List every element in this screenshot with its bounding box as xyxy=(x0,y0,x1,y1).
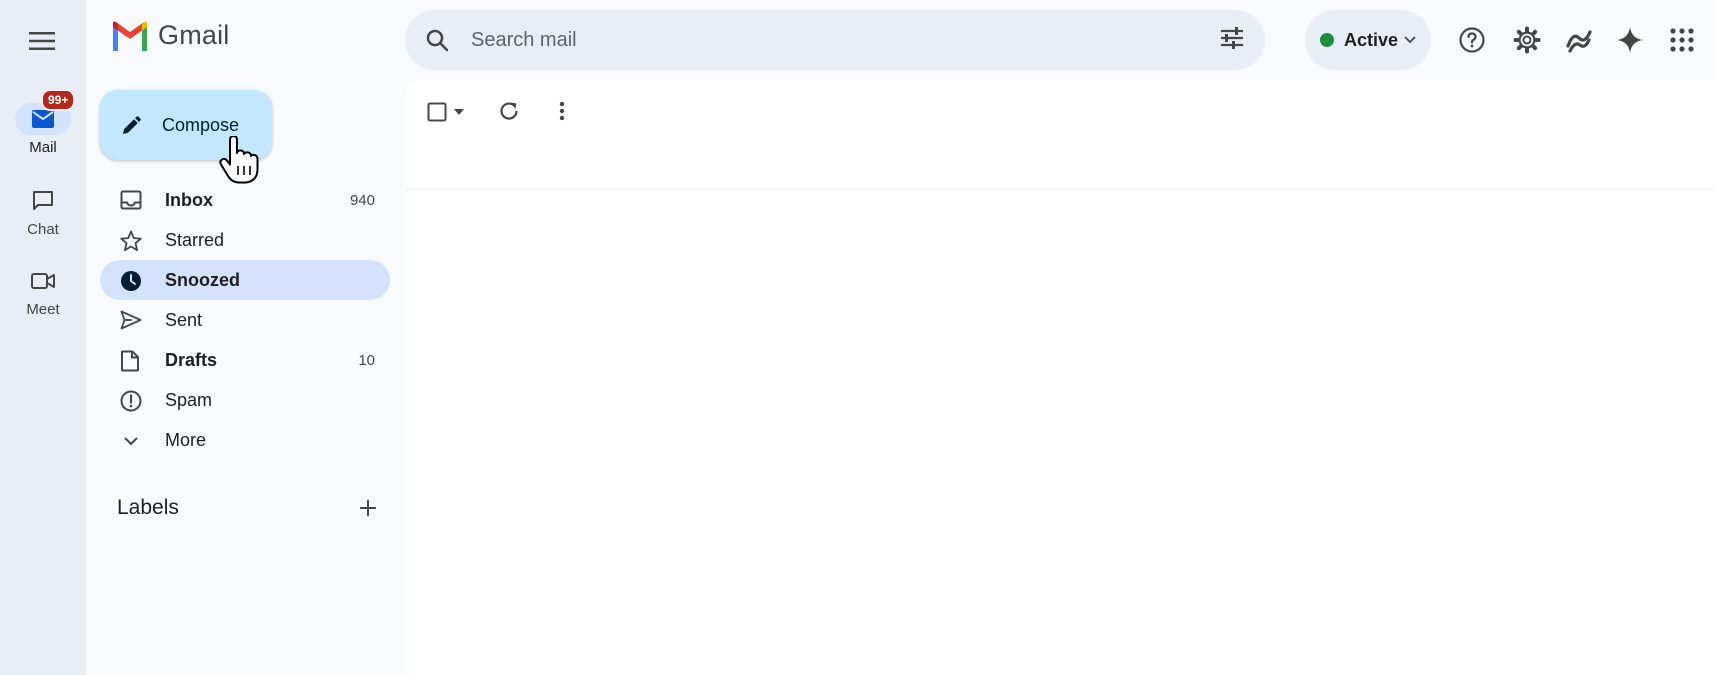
message-list-panel xyxy=(405,80,1715,675)
plus-icon xyxy=(360,500,376,516)
help-icon xyxy=(1459,27,1485,53)
google-apps-button[interactable] xyxy=(1660,18,1704,62)
nav-count-drafts: 10 xyxy=(358,351,375,369)
compose-label: Compose xyxy=(162,114,240,135)
search-options-icon[interactable] xyxy=(1219,25,1245,51)
settings-button[interactable] xyxy=(1505,18,1549,62)
compose-button[interactable]: Compose xyxy=(100,90,272,160)
clock-icon xyxy=(121,271,141,291)
rail-label-meet: Meet xyxy=(26,301,60,318)
rail-pill-mail: 99+ xyxy=(15,89,76,135)
star-icon xyxy=(120,230,142,252)
gmail-m-icon xyxy=(113,21,147,51)
nav-label-more: More xyxy=(165,429,207,450)
inbox-icon xyxy=(120,190,142,210)
rail-pill-chat xyxy=(15,185,71,217)
nav-label-spam: Spam xyxy=(165,389,213,410)
draft-icon xyxy=(121,350,139,372)
status-dot xyxy=(1320,33,1334,47)
send-icon xyxy=(120,310,142,330)
nav-item-inbox[interactable]: Inbox 940 xyxy=(100,180,390,220)
search-bar[interactable] xyxy=(405,10,1265,70)
chevron-down-icon xyxy=(1404,36,1416,44)
nav-item-snoozed[interactable]: Snoozed xyxy=(100,260,390,300)
create-label-button[interactable] xyxy=(354,494,382,522)
nav-item-sent[interactable]: Sent xyxy=(100,300,390,340)
rail-label-chat: Chat xyxy=(27,221,59,238)
nav-label-sent: Sent xyxy=(165,309,203,330)
search-input[interactable] xyxy=(471,28,1171,52)
rail-item-mail[interactable]: 99+ Mail xyxy=(0,89,86,156)
nav-item-spam[interactable]: Spam xyxy=(100,380,390,420)
gmail-logo[interactable]: Gmail xyxy=(110,20,230,51)
nav-label-inbox: Inbox xyxy=(165,189,213,210)
caret-down-icon[interactable] xyxy=(453,108,465,116)
hamburger-menu-icon xyxy=(29,32,55,50)
gemini-apps-icon xyxy=(1566,30,1592,53)
unread-badge: 99+ xyxy=(41,89,76,111)
gemini-apps-button[interactable] xyxy=(1557,18,1601,62)
gemini-button[interactable] xyxy=(1608,18,1652,62)
apps-grid-icon xyxy=(1670,28,1694,52)
nav-label-drafts: Drafts xyxy=(165,349,218,370)
spam-icon xyxy=(120,390,142,412)
settings-icon xyxy=(1513,26,1541,54)
gemini-icon xyxy=(1617,27,1643,53)
app-rail: 99+ Mail Chat Meet xyxy=(0,0,86,675)
chevron-down-icon xyxy=(124,437,138,446)
select-all-checkbox[interactable] xyxy=(427,102,447,122)
rail-pill-meet xyxy=(15,265,71,297)
pencil-icon xyxy=(123,116,141,134)
nav-count-inbox: 940 xyxy=(349,191,375,209)
search-icon[interactable] xyxy=(425,28,449,52)
nav-item-starred[interactable]: Starred xyxy=(100,220,390,260)
status-label: Active xyxy=(1344,29,1399,50)
meet-icon xyxy=(31,273,55,289)
refresh-icon[interactable] xyxy=(497,99,521,123)
chat-icon xyxy=(33,191,53,210)
rail-item-chat[interactable]: Chat xyxy=(0,185,86,238)
nav-label-snoozed: Snoozed xyxy=(165,269,240,290)
status-selector[interactable]: Active xyxy=(1305,10,1431,70)
rail-item-meet[interactable]: Meet xyxy=(0,265,86,318)
mail-icon xyxy=(32,110,54,128)
nav-item-drafts[interactable]: Drafts 10 xyxy=(100,340,390,380)
nav-item-more[interactable]: More xyxy=(100,420,390,460)
help-button[interactable] xyxy=(1450,18,1494,62)
more-vert-icon[interactable] xyxy=(550,99,574,123)
app-name: Gmail xyxy=(158,20,230,50)
nav-label-starred: Starred xyxy=(165,229,225,250)
message-toolbar xyxy=(405,80,1715,190)
labels-heading: Labels xyxy=(117,496,179,519)
rail-label-mail: Mail xyxy=(29,139,57,156)
main-menu-button[interactable] xyxy=(18,17,66,65)
